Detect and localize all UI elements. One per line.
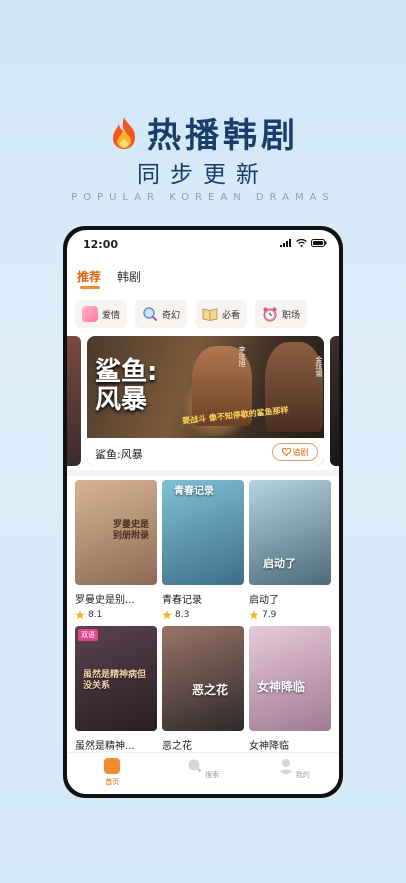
star-icon [249,610,259,620]
drama-poster: 双语 虽然是精神病但没关系 [75,626,157,731]
promo-headline: 热播韩剧 [0,108,406,157]
category-label: 必看 [221,310,240,321]
drama-card[interactable]: 恶之花 恶之花 [162,626,244,752]
category-row: 爱情 奇幻 必看 职场 [75,300,307,328]
magnifier-icon [143,307,158,322]
poster-title: 启动了 [263,557,296,570]
drama-poster: 罗曼史是别册附录 [75,480,157,585]
category-label: 奇幻 [161,310,180,321]
nav-search[interactable]: 搜索 [173,753,233,794]
drama-card[interactable]: 女神降临 女神降临 [249,626,331,752]
banner-title-line1: 鲨鱼: [95,357,158,387]
drama-rating: 8.1 [75,610,157,620]
app-screen: 12:00 推荐 韩剧 爱情 奇幻 必看 职场 鲨鱼: 风暴 要战斗 像不知停歇… [67,230,339,794]
drama-title: 青春记录 [162,595,202,606]
rating-value: 8.1 [88,610,103,620]
category-mustwatch[interactable]: 必看 [195,300,247,328]
carousel-next-peek[interactable] [330,336,339,466]
poster-title: 女神降临 [257,680,306,694]
banner-title: 鲨鱼: 风暴 [95,358,157,414]
banner-caption: 鲨鱼:风暴 [95,448,143,461]
category-workplace[interactable]: 职场 [255,300,307,328]
bilingual-badge: 双语 [78,629,98,641]
profile-icon [278,759,293,774]
category-romance[interactable]: 爱情 [75,300,127,328]
nav-label: 首页 [105,778,120,786]
drama-card[interactable]: 双语 虽然是精神病但没关系 虽然是精神... [75,626,157,752]
status-bar: 12:00 [67,230,339,258]
follow-label: 追剧 [292,447,309,457]
drama-card[interactable]: 青春记录 青春记录 8.3 [162,480,244,620]
search-icon [188,759,203,774]
status-time: 12:00 [83,238,119,251]
poster-title: 恶之花 [192,683,229,697]
drama-poster: 恶之花 [162,626,244,731]
promo-subhead: 同步更新 [137,162,269,188]
drama-title: 启动了 [249,595,279,606]
bottom-nav: 首页 搜索 我的 [67,752,339,794]
status-icons [280,239,327,247]
love-book-icon [81,306,98,322]
alarm-clock-icon [263,307,277,322]
phone-frame: 12:00 推荐 韩剧 爱情 奇幻 必看 职场 鲨鱼: 风暴 要战斗 像不知停歇… [63,226,343,798]
drama-rating: 7.9 [249,610,331,620]
tab-recommend[interactable]: 推荐 [77,268,101,289]
banner-actor1: 李玹旭 [238,346,246,367]
drama-card[interactable]: 启动了 启动了 7.9 [249,480,331,620]
drama-title: 女神降临 [249,741,289,752]
heart-icon [281,448,291,456]
drama-poster: 女神降临 [249,626,331,731]
banner-caption-bar: 鲨鱼:风暴 追剧 [87,438,324,466]
poster-title: 青春记录 [174,486,214,497]
home-icon [104,758,121,774]
drama-title: 虽然是精神... [75,741,135,752]
section-divider [67,470,339,476]
fire-icon [113,117,135,149]
top-tabs: 推荐 韩剧 [77,268,141,289]
drama-rating: 8.3 [162,610,244,620]
tab-kdrama[interactable]: 韩剧 [117,268,141,289]
category-label: 爱情 [101,310,120,321]
category-fantasy[interactable]: 奇幻 [135,300,187,328]
rating-value: 8.3 [175,610,190,620]
nav-home[interactable]: 首页 [82,753,142,794]
drama-card[interactable]: 罗曼史是别册附录 罗曼史是别... 8.1 [75,480,157,620]
poster-title: 罗曼史是别册附录 [113,520,150,541]
banner-title-line2: 风暴 [95,385,148,415]
nav-label: 搜索 [205,771,220,779]
battery-icon [311,239,327,247]
star-icon [162,610,172,620]
nav-profile[interactable]: 我的 [264,753,324,794]
drama-poster: 启动了 [249,480,331,585]
book-icon [202,308,218,321]
carousel-prev-peek[interactable] [67,336,81,466]
drama-title: 恶之花 [162,741,192,752]
rating-value: 7.9 [262,610,277,620]
promo-english: POPULAR KOREAN DRAMAS [71,192,335,203]
poster-title: 虽然是精神病但没关系 [83,670,147,691]
promo-headline-text: 热播韩剧 [147,116,299,156]
drama-title: 罗曼史是别... [75,595,135,606]
signal-icon [280,239,291,247]
promo-header: 热播韩剧 同步更新 POPULAR KOREAN DRAMAS [0,0,406,220]
drama-poster: 青春记录 [162,480,244,585]
nav-label: 我的 [295,771,310,779]
category-label: 职场 [281,310,300,321]
follow-button[interactable]: 追剧 [272,443,318,461]
star-icon [75,610,85,620]
banner-actor2: 金玟锡 [315,356,323,377]
wifi-icon [296,239,307,247]
